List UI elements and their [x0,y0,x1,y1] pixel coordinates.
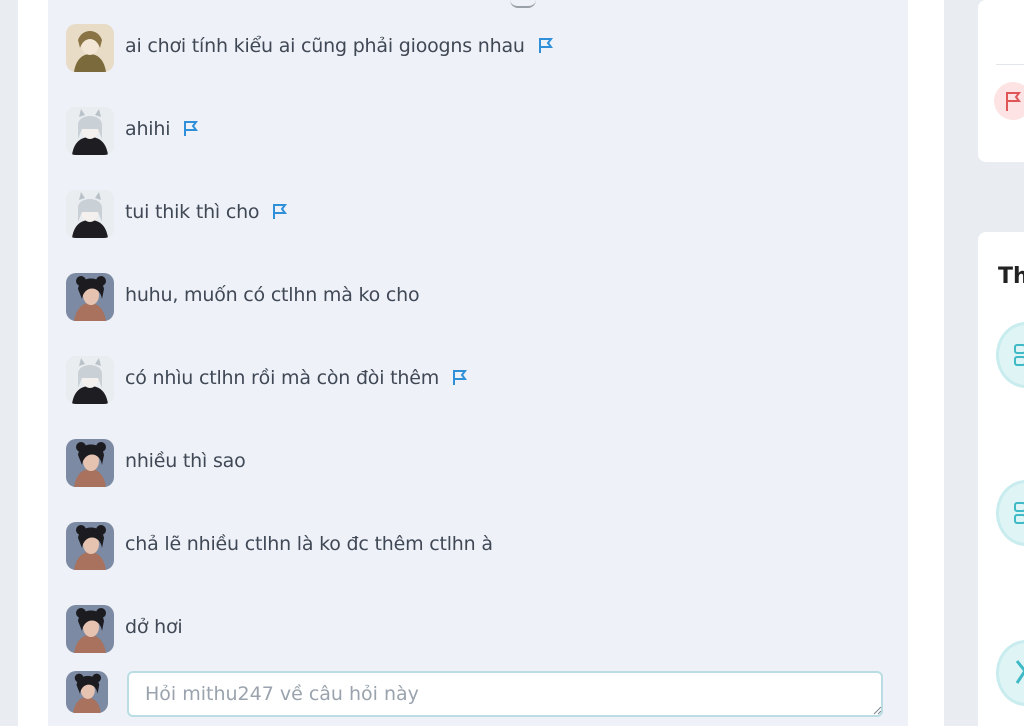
user-avatar[interactable] [66,356,114,404]
report-flag-icon [1006,92,1021,111]
comment-item: ai chơi tính kiểu ai cũng phải gioogns n… [66,24,886,72]
comment-text: chả lẽ nhiều ctlhn là ko đc thêm ctlhn à [125,533,493,555]
comment-text: tui thik thì cho [125,200,289,224]
comment-text: dở hơi [125,616,183,638]
report-flag-icon[interactable] [271,202,289,220]
comment-item: chả lẽ nhiều ctlhn là ko đc thêm ctlhn à [66,522,886,570]
comment-input[interactable] [127,671,883,717]
report-flag-icon[interactable] [537,36,555,54]
comment-item: nhiều thì sao [66,439,886,487]
category-icon[interactable] [996,322,1024,388]
comment-item: ahihi [66,107,886,155]
user-avatar[interactable] [66,107,114,155]
category-icon[interactable] [996,480,1024,546]
resize-handle-icon[interactable] [872,705,882,715]
user-avatar[interactable] [66,273,114,321]
report-flag-icon[interactable] [182,119,200,137]
comment-item: huhu, muốn có ctlhn mà ko cho [66,273,886,321]
comment-text: ahihi [125,117,200,141]
report-button[interactable] [994,82,1024,120]
comment-text: huhu, muốn có ctlhn mà ko cho [125,284,420,306]
sidebar-heading: Th [998,264,1024,289]
sidebar-card [978,0,1024,162]
collapse-indicator-icon[interactable] [510,0,536,8]
user-avatar[interactable] [66,522,114,570]
user-avatar[interactable] [66,24,114,72]
divider [996,64,1024,65]
user-avatar[interactable] [66,190,114,238]
comment-text: có nhìu ctlhn rồi mà còn đòi thêm [125,366,469,390]
current-user-avatar [66,671,108,713]
category-icon[interactable] [996,640,1024,706]
comment-text: nhiều thì sao [125,450,246,472]
report-flag-icon[interactable] [451,368,469,386]
comment-item: tui thik thì cho [66,190,886,238]
reply-row [66,671,888,723]
user-avatar[interactable] [66,605,114,653]
user-avatar[interactable] [66,439,114,487]
comment-item: có nhìu ctlhn rồi mà còn đòi thêm [66,356,886,404]
comment-text: ai chơi tính kiểu ai cũng phải gioogns n… [125,34,555,58]
comment-item: dở hơi [66,605,886,653]
